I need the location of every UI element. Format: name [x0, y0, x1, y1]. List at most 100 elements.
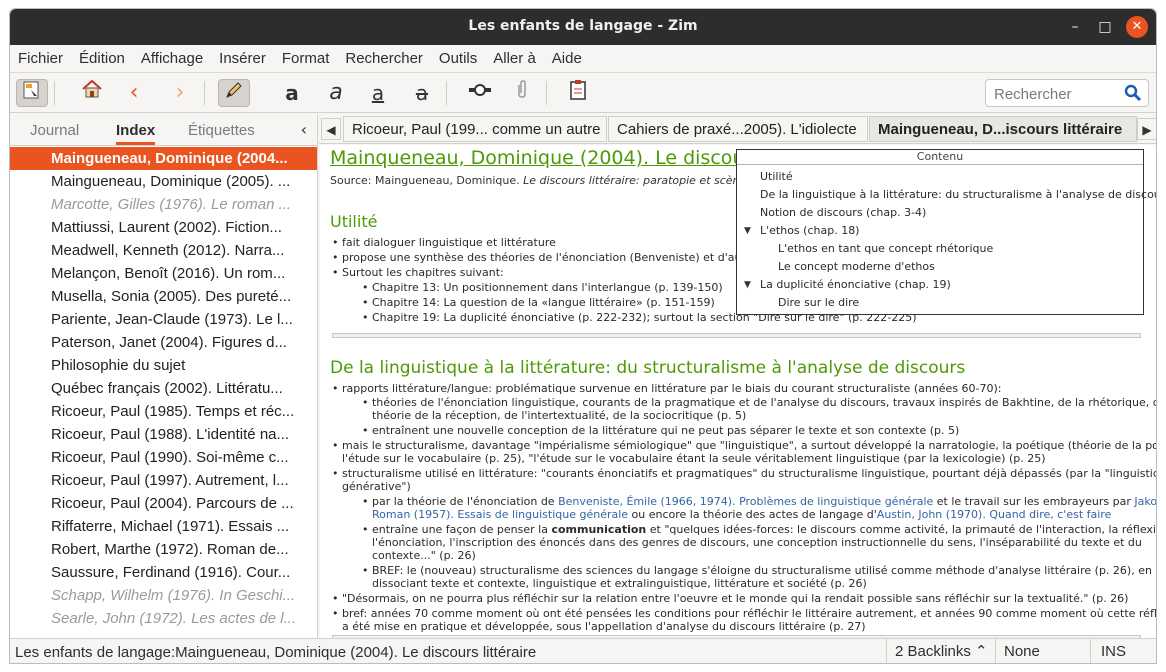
index-item[interactable]: Ricoeur, Paul (1990). Soi-même c...	[10, 446, 317, 469]
list-item-cont: théorie de la réception, de l'intertextu…	[372, 409, 747, 422]
back-icon[interactable]: ‹	[118, 79, 150, 107]
index-item[interactable]: Ricoeur, Paul (1985). Temps et réc...	[10, 400, 317, 423]
index-item[interactable]: Maingueneau, Dominique (2004...	[10, 147, 317, 170]
page-source: Source: Maingueneau, Dominique. Le disco…	[330, 174, 757, 187]
index-item[interactable]: Philosophie du sujet	[10, 354, 317, 377]
index-item[interactable]: Ricoeur, Paul (1988). L'identité na...	[10, 423, 317, 446]
index-item[interactable]: Riffaterre, Michael (1971). Essais ...	[10, 515, 317, 538]
index-item[interactable]: Ricoeur, Paul (1997). Autrement, l...	[10, 469, 317, 492]
home-icon[interactable]	[76, 79, 108, 107]
status-style[interactable]: None	[995, 639, 1095, 663]
path-button-current[interactable]: Maingueneau, D...iscours littéraire	[869, 116, 1137, 142]
index-item[interactable]: Melançon, Benoît (2016). Un rom...	[10, 262, 317, 285]
text: et le travail sur les embrayeurs par	[933, 495, 1135, 508]
forward-icon[interactable]: ›	[164, 79, 196, 107]
main-pane: ◀ Ricoeur, Paul (199... comme un autre C…	[319, 114, 1156, 638]
path-scroll-left-icon[interactable]: ◀	[321, 118, 341, 140]
strikethrough-icon[interactable]: a	[406, 79, 438, 107]
sidepane-toggle-icon[interactable]	[16, 79, 48, 107]
toc-header: Contenu	[737, 150, 1143, 165]
index-item[interactable]: Schapp, Wilhelm (1976). In Geschi...	[10, 584, 317, 607]
index-item[interactable]: Meadwell, Kenneth (2012). Narra...	[10, 239, 317, 262]
toc-item[interactable]: Dire sur le dire	[778, 296, 859, 309]
status-insert-mode: INS	[1090, 639, 1156, 663]
menu-aide[interactable]: Aide	[552, 50, 582, 67]
menu-edition[interactable]: Édition	[79, 50, 125, 67]
horizontal-rule	[332, 333, 1141, 338]
link-jakobson[interactable]: Jakobson,	[1134, 495, 1156, 508]
list-item: • entraîne une façon de penser la commun…	[362, 523, 1156, 537]
menu-outils[interactable]: Outils	[439, 50, 477, 67]
status-page-path: Les enfants de langage:Maingueneau, Domi…	[15, 644, 537, 661]
menu-aller-a[interactable]: Aller à	[493, 50, 536, 67]
index-item[interactable]: Maingueneau, Dominique (2005). ...	[10, 170, 317, 193]
list-item: • fait dialoguer linguistique et littéra…	[332, 236, 556, 249]
toolbar-separator	[546, 81, 547, 105]
menu-inserer[interactable]: Insérer	[219, 50, 266, 67]
tab-journal[interactable]: Journal	[30, 122, 79, 139]
list-item: • Chapitre 14: La question de la «langue…	[362, 296, 715, 309]
list-item: • BREF: le (nouveau) structuralisme des …	[362, 564, 1152, 577]
path-button[interactable]: Ricoeur, Paul (199... comme un autre	[343, 116, 607, 142]
index-item[interactable]: Musella, Sonia (2005). Des pureté...	[10, 285, 317, 308]
list-item-cont: l'étude sur le vocabulaire (p. 25), "l'é…	[342, 452, 1046, 465]
status-bar: Les enfants de langage:Maingueneau, Domi…	[10, 638, 1156, 663]
close-icon[interactable]: ✕	[1126, 16, 1148, 38]
toolbar-separator	[446, 81, 447, 105]
index-item[interactable]: Pariente, Jean-Claude (1973). Le l...	[10, 308, 317, 331]
search-icon[interactable]	[1124, 84, 1142, 106]
menu-affichage[interactable]: Affichage	[141, 50, 203, 67]
tab-etiquettes[interactable]: Étiquettes	[188, 122, 255, 139]
index-item[interactable]: Québec français (2002). Littératu...	[10, 377, 317, 400]
toc-item[interactable]: L'ethos en tant que concept rhétorique	[778, 242, 993, 255]
index-item[interactable]: Ricoeur, Paul (2004). Parcours de ...	[10, 492, 317, 515]
search-box[interactable]	[985, 79, 1149, 107]
expander-down-icon[interactable]: ▼	[744, 280, 751, 290]
index-item[interactable]: Robert, Marthe (1972). Roman de...	[10, 538, 317, 561]
list-item: • structuralisme utilisé en littérature:…	[332, 467, 1156, 480]
toc-item[interactable]: Le concept moderne d'ethos	[778, 260, 935, 273]
bold-icon[interactable]: a	[276, 79, 308, 107]
menu-format[interactable]: Format	[282, 50, 330, 67]
index-item[interactable]: Saussure, Ferdinand (1916). Cour...	[10, 561, 317, 584]
link-austin[interactable]: Austin, John (1970). Quand dire, c'est f…	[877, 508, 1112, 521]
backlinks-label: 2 Backlinks	[895, 643, 971, 660]
link-benveniste[interactable]: Benveniste, Émile (1966, 1974). Problème…	[558, 495, 933, 508]
index-item[interactable]: Searle, John (1972). Les actes de l...	[10, 607, 317, 630]
menu-fichier[interactable]: Fichier	[18, 50, 63, 67]
maximize-icon[interactable]: □	[1094, 16, 1116, 38]
clipboard-icon[interactable]	[562, 79, 594, 107]
highlight-icon[interactable]: a	[362, 79, 394, 107]
index-item[interactable]: Paterson, Janet (2004). Figures d...	[10, 331, 317, 354]
chevron-left-icon[interactable]: ‹	[301, 120, 307, 139]
list-item: • théories de l'énonciation linguistique…	[362, 396, 1156, 409]
tab-index[interactable]: Index	[116, 122, 156, 145]
title-bar: Les enfants de langage - Zim – □ ✕	[10, 9, 1156, 45]
list-item: • bref: années 70 comme moment où ont ét…	[332, 607, 1156, 620]
backlinks-button[interactable]: 2 Backlinks ⌃	[886, 639, 996, 663]
toc-item[interactable]: L'ethos (chap. 18)	[760, 224, 859, 237]
path-bar: ◀ Ricoeur, Paul (199... comme un autre C…	[319, 114, 1156, 144]
toc-item[interactable]: De la linguistique à la littérature: du …	[760, 188, 1156, 201]
insert-link-icon[interactable]	[464, 79, 496, 107]
italic-icon[interactable]: a	[320, 79, 352, 107]
expander-down-icon[interactable]: ▼	[744, 226, 751, 236]
list-item: • "Désormais, on ne pourra plus réfléchi…	[332, 592, 1129, 605]
menu-rechercher[interactable]: Rechercher	[345, 50, 423, 67]
link-jakobson-cont[interactable]: Roman (1957). Essais de linguistique gén…	[372, 508, 628, 521]
toc-item[interactable]: Utilité	[760, 170, 793, 183]
search-input[interactable]	[994, 84, 1124, 104]
index-item[interactable]: Mattiussi, Laurent (2002). Fiction...	[10, 216, 317, 239]
index-item[interactable]: Marcotte, Gilles (1976). Le roman ...	[10, 193, 317, 216]
page-editor[interactable]: Mainqueneau, Dominique (2004). Le discou…	[320, 145, 1156, 638]
path-scroll-right-icon[interactable]: ▶	[1137, 118, 1156, 140]
window-title: Les enfants de langage - Zim	[468, 18, 698, 34]
path-button[interactable]: Cahiers de praxé...2005). L'idiolecte	[608, 116, 868, 142]
toc-item[interactable]: Notion de discours (chap. 3-4)	[760, 206, 926, 219]
edit-pencil-icon[interactable]	[218, 79, 250, 107]
heading-linguistique: De la linguistique à la littérature: du …	[330, 358, 966, 378]
attach-icon[interactable]	[506, 79, 538, 107]
minimize-icon[interactable]: –	[1064, 16, 1086, 38]
toc-item[interactable]: La duplicité énonciative (chap. 19)	[760, 278, 951, 291]
list-item-cont: contexte..." (p. 26)	[372, 549, 476, 562]
